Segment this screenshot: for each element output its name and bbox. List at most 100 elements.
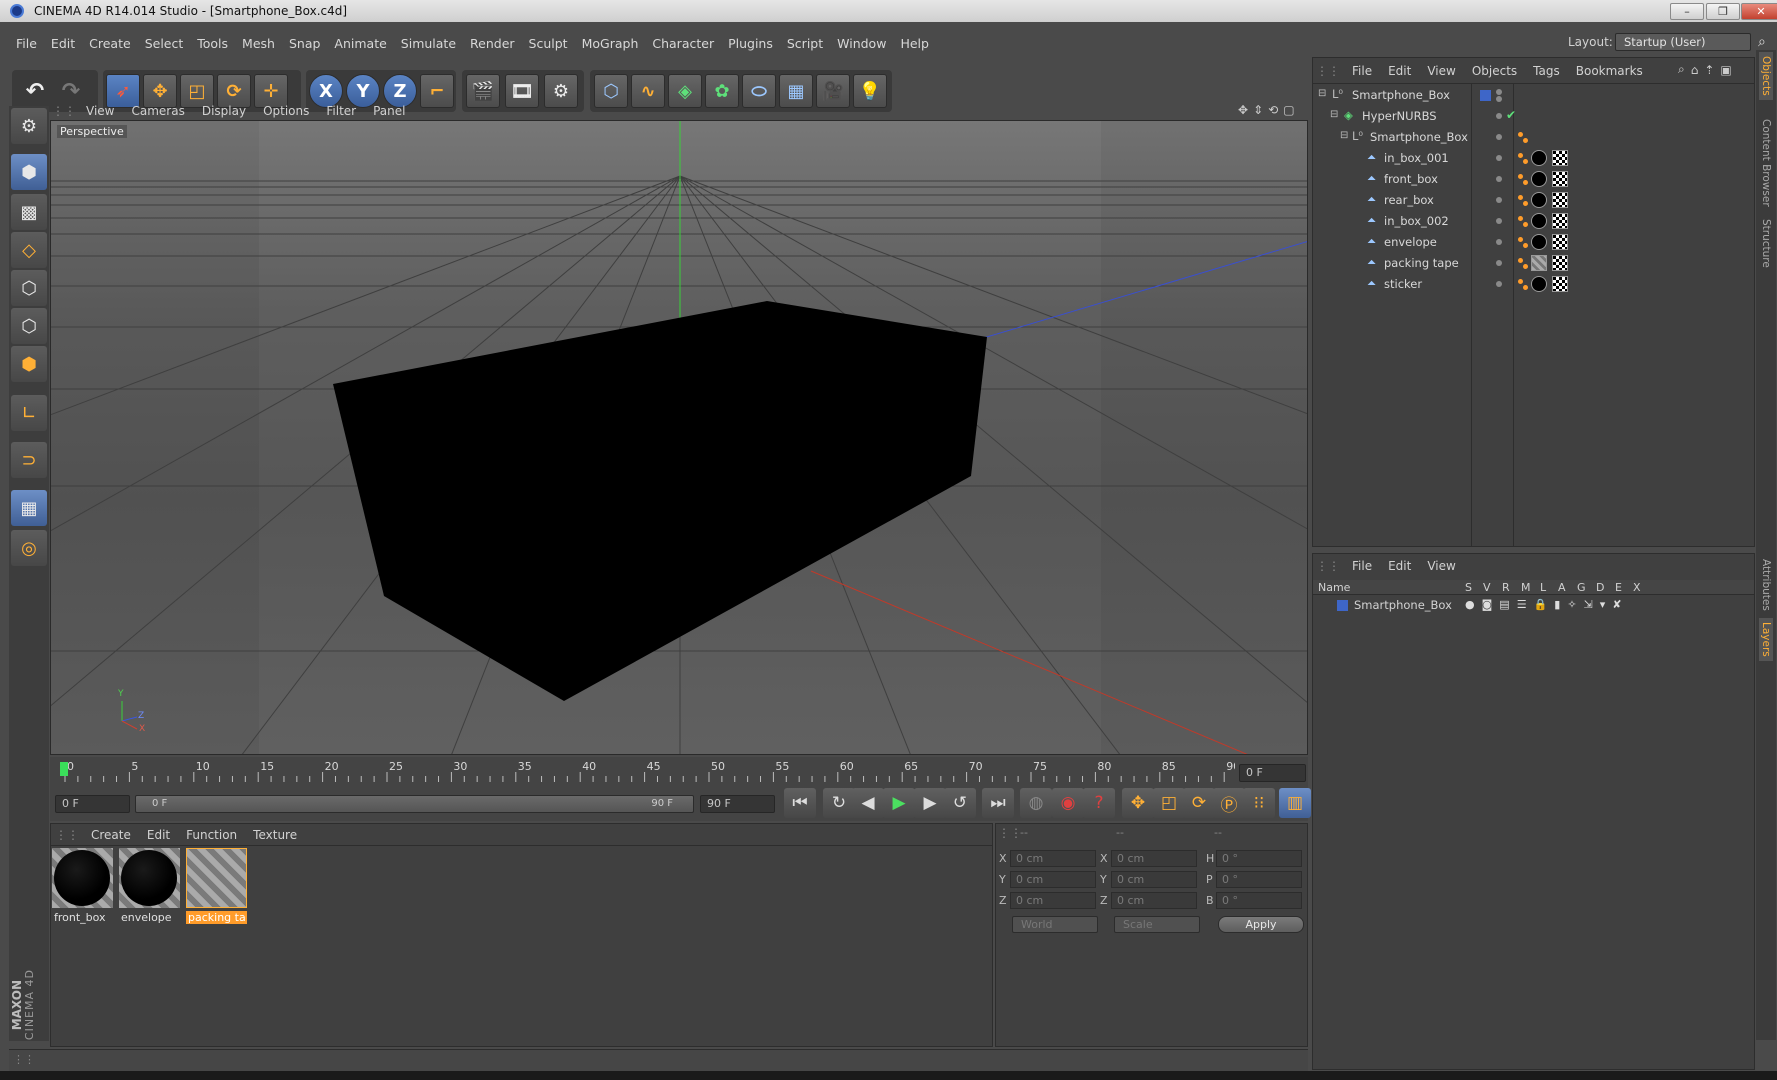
search-icon[interactable]: ⌕: [1678, 62, 1685, 77]
go-to-end-icon[interactable]: ⏭: [982, 788, 1014, 818]
menu-mesh[interactable]: Mesh: [235, 36, 282, 51]
menu-select[interactable]: Select: [138, 36, 191, 51]
apply-button[interactable]: Apply: [1218, 916, 1304, 933]
floor-icon[interactable]: ▦: [779, 74, 813, 108]
viewport-pan-icon[interactable]: ✥: [1238, 103, 1248, 117]
tree-item[interactable]: ⏶ rear_box: [1312, 190, 1752, 211]
record-rotation-icon[interactable]: ⟳: [1183, 788, 1215, 818]
material-swatch-selected[interactable]: [186, 848, 247, 908]
range-slider[interactable]: 0 F 90 F: [135, 795, 694, 813]
size-x-field[interactable]: 0 cm: [1111, 850, 1197, 867]
viewport-menu-options[interactable]: Options: [263, 104, 309, 118]
world-select[interactable]: World: [1012, 916, 1098, 933]
model-mode-icon[interactable]: ⬢: [11, 154, 47, 190]
visibility-dot[interactable]: [1496, 197, 1502, 203]
uvw-tag-icon[interactable]: [1552, 255, 1568, 271]
menu-create[interactable]: Create: [82, 36, 138, 51]
up-icon[interactable]: ⇡: [1704, 63, 1714, 77]
viewport-perspective[interactable]: Perspective Y Z X: [50, 120, 1308, 755]
material-tag-icon[interactable]: [1531, 171, 1547, 187]
uvw-tag-icon[interactable]: [1552, 234, 1568, 250]
close-button[interactable]: ✕: [1741, 3, 1777, 20]
material-menu-function[interactable]: Function: [186, 828, 237, 842]
cube-object-icon[interactable]: ⬡: [594, 74, 628, 108]
visibility-dot[interactable]: [1496, 281, 1502, 287]
tree-item[interactable]: ⏶ in_box_001: [1312, 148, 1752, 169]
col-name[interactable]: Name: [1318, 581, 1350, 594]
col-render[interactable]: R: [1502, 581, 1510, 594]
spline-pen-icon[interactable]: ∿: [631, 74, 665, 108]
layer-color-swatch[interactable]: [1337, 600, 1348, 611]
material-tag-icon[interactable]: [1531, 192, 1547, 208]
solo-icon[interactable]: ●: [1465, 598, 1475, 611]
make-editable-icon[interactable]: ⚙: [11, 108, 47, 144]
generator-icon[interactable]: ✧: [1567, 598, 1576, 611]
objects-menu-objects[interactable]: Objects: [1472, 64, 1517, 78]
rotation-h-field[interactable]: 0 °: [1216, 850, 1302, 867]
material-menu-texture[interactable]: Texture: [253, 828, 297, 842]
visibility-dot[interactable]: [1496, 89, 1502, 95]
material-tag-icon[interactable]: [1531, 276, 1547, 292]
manager-icon[interactable]: ☰: [1517, 598, 1527, 611]
render-icon[interactable]: ▤: [1499, 598, 1509, 611]
end-frame-field[interactable]: 90 F: [700, 795, 775, 813]
undo-button[interactable]: ↶: [18, 74, 52, 108]
previous-frame-icon[interactable]: ◀: [852, 788, 884, 818]
menu-snap[interactable]: Snap: [282, 36, 327, 51]
viewport-menu-panel[interactable]: Panel: [373, 104, 405, 118]
viewport-rotate-icon[interactable]: ⟲: [1268, 103, 1278, 117]
home-icon[interactable]: ⌂: [1691, 63, 1699, 77]
position-z-field[interactable]: 0 cm: [1010, 892, 1096, 909]
material-menu-edit[interactable]: Edit: [147, 828, 170, 842]
nurbs-icon[interactable]: ◈: [668, 74, 702, 108]
autokey-icon[interactable]: ◉: [1052, 788, 1084, 818]
viewport-menu-view[interactable]: View: [86, 104, 114, 118]
size-z-field[interactable]: 0 cm: [1111, 892, 1197, 909]
objects-menu-edit[interactable]: Edit: [1388, 64, 1411, 78]
go-to-start-icon[interactable]: ⏮: [784, 788, 816, 818]
layers-menu-view[interactable]: View: [1427, 559, 1455, 573]
maximize-button[interactable]: ❐: [1706, 3, 1740, 20]
record-parameter-icon[interactable]: Ⓟ: [1213, 788, 1245, 818]
playhead[interactable]: [60, 762, 68, 776]
polygons-mode-icon[interactable]: ⬢: [11, 346, 47, 382]
rotation-p-field[interactable]: 0 °: [1216, 871, 1302, 888]
col-locked[interactable]: L: [1540, 581, 1546, 594]
workplane-mode-icon[interactable]: ◇: [11, 232, 47, 268]
material-swatch[interactable]: [119, 848, 180, 908]
collapse-icon[interactable]: ⊟: [1318, 88, 1326, 99]
deformer-icon[interactable]: ⬭: [742, 74, 776, 108]
viewport-maximize-icon[interactable]: ▢: [1283, 103, 1294, 117]
col-view[interactable]: V: [1483, 581, 1491, 594]
visibility-dot[interactable]: [1496, 218, 1502, 224]
expression-icon[interactable]: ▾: [1600, 598, 1606, 611]
tree-item[interactable]: ⊟ L⁰ Smartphone_Box: [1312, 85, 1752, 106]
tree-item[interactable]: ⏶ in_box_002: [1312, 211, 1752, 232]
tab-layers[interactable]: Layers: [1759, 618, 1773, 661]
record-active-icon[interactable]: ◍: [1020, 788, 1052, 818]
scale-select[interactable]: Scale: [1114, 916, 1200, 933]
current-frame-field[interactable]: 0 F: [1239, 764, 1306, 782]
menu-render[interactable]: Render: [463, 36, 522, 51]
texture-mode-icon[interactable]: ▩: [11, 194, 47, 230]
collapse-icon[interactable]: ⊟: [1340, 130, 1348, 141]
sculpt-icon[interactable]: ◎: [11, 530, 47, 566]
menu-tools[interactable]: Tools: [190, 36, 235, 51]
menu-script[interactable]: Script: [780, 36, 830, 51]
col-manager[interactable]: M: [1521, 581, 1531, 594]
new-window-icon[interactable]: ▣: [1720, 63, 1731, 77]
render-settings-icon[interactable]: ⚙: [544, 74, 578, 108]
visibility-dot[interactable]: [1496, 239, 1502, 245]
menu-edit[interactable]: Edit: [44, 36, 82, 51]
menu-character[interactable]: Character: [645, 36, 721, 51]
uvw-tag-icon[interactable]: [1552, 192, 1568, 208]
array-icon[interactable]: ✿: [705, 74, 739, 108]
menu-help[interactable]: Help: [893, 36, 936, 51]
edges-mode-icon[interactable]: ⬡: [11, 308, 47, 344]
tree-item[interactable]: ⏶ packing tape: [1312, 253, 1752, 274]
timeline-ruler[interactable]: 0 5 10 15 20 25 30 35 40 45 50 55 60 65 70 75 80 85 90: [55, 758, 1235, 784]
next-frame-icon[interactable]: ▶: [914, 788, 946, 818]
layout-select[interactable]: Startup (User): [1615, 33, 1751, 51]
previous-key-icon[interactable]: ↻: [823, 788, 855, 818]
play-icon[interactable]: ▶: [883, 788, 915, 818]
